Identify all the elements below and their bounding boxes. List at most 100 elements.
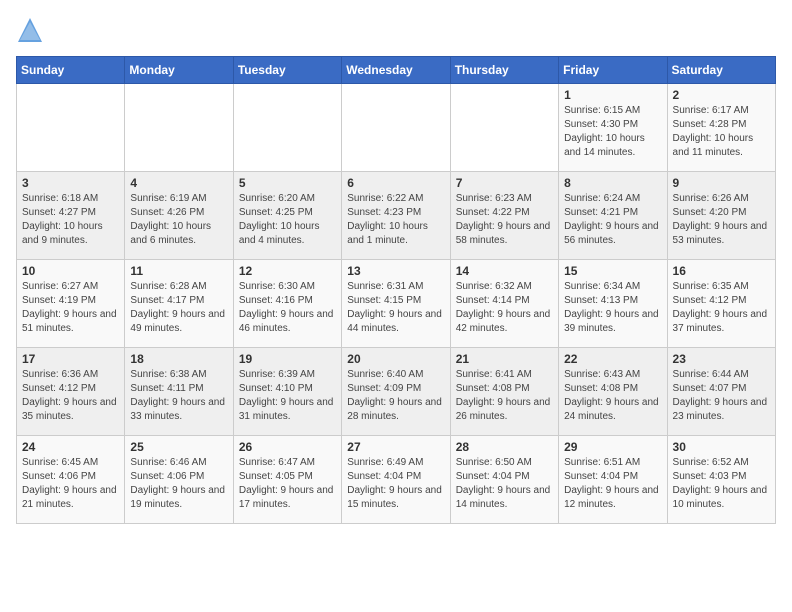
calendar-day-cell	[342, 84, 450, 172]
calendar-day-cell: 19 Sunrise: 6:39 AM Sunset: 4:10 PM Dayli…	[233, 348, 341, 436]
day-info: Sunrise: 6:39 AM Sunset: 4:10 PM Dayligh…	[239, 368, 336, 424]
calendar-day-cell: 4 Sunrise: 6:19 AM Sunset: 4:26 PM Daylig…	[125, 172, 233, 260]
calendar-day-cell: 29 Sunrise: 6:51 AM Sunset: 4:04 PM Dayli…	[559, 436, 667, 524]
day-info: Sunrise: 6:52 AM Sunset: 4:03 PM Dayligh…	[673, 456, 770, 512]
day-number: 20	[347, 352, 444, 366]
day-number: 25	[130, 440, 227, 454]
weekday-header: Monday	[125, 57, 233, 84]
day-info: Sunrise: 6:31 AM Sunset: 4:15 PM Dayligh…	[347, 280, 444, 336]
calendar-day-cell: 7 Sunrise: 6:23 AM Sunset: 4:22 PM Daylig…	[450, 172, 558, 260]
day-number: 3	[22, 176, 119, 190]
day-info: Sunrise: 6:32 AM Sunset: 4:14 PM Dayligh…	[456, 280, 553, 336]
calendar-week-row: 10 Sunrise: 6:27 AM Sunset: 4:19 PM Dayli…	[17, 260, 776, 348]
day-info: Sunrise: 6:51 AM Sunset: 4:04 PM Dayligh…	[564, 456, 661, 512]
day-info: Sunrise: 6:22 AM Sunset: 4:23 PM Dayligh…	[347, 192, 444, 248]
day-info: Sunrise: 6:38 AM Sunset: 4:11 PM Dayligh…	[130, 368, 227, 424]
calendar-day-cell: 1 Sunrise: 6:15 AM Sunset: 4:30 PM Daylig…	[559, 84, 667, 172]
logo	[16, 16, 48, 44]
day-info: Sunrise: 6:50 AM Sunset: 4:04 PM Dayligh…	[456, 456, 553, 512]
day-info: Sunrise: 6:44 AM Sunset: 4:07 PM Dayligh…	[673, 368, 770, 424]
day-number: 6	[347, 176, 444, 190]
calendar-day-cell: 12 Sunrise: 6:30 AM Sunset: 4:16 PM Dayli…	[233, 260, 341, 348]
day-number: 12	[239, 264, 336, 278]
calendar-day-cell: 16Sunrise: 6:35 AM Sunset: 4:12 PM Dayli…	[667, 260, 775, 348]
calendar-day-cell	[17, 84, 125, 172]
calendar-week-row: 1 Sunrise: 6:15 AM Sunset: 4:30 PM Daylig…	[17, 84, 776, 172]
day-number: 28	[456, 440, 553, 454]
day-number: 22	[564, 352, 661, 366]
day-number: 19	[239, 352, 336, 366]
day-info: Sunrise: 6:45 AM Sunset: 4:06 PM Dayligh…	[22, 456, 119, 512]
calendar-table: SundayMondayTuesdayWednesdayThursdayFrid…	[16, 56, 776, 524]
day-number: 27	[347, 440, 444, 454]
weekday-header: Friday	[559, 57, 667, 84]
day-number: 24	[22, 440, 119, 454]
day-number: 15	[564, 264, 661, 278]
calendar-day-cell: 26 Sunrise: 6:47 AM Sunset: 4:05 PM Dayli…	[233, 436, 341, 524]
day-number: 26	[239, 440, 336, 454]
calendar-day-cell: 13 Sunrise: 6:31 AM Sunset: 4:15 PM Dayli…	[342, 260, 450, 348]
calendar-day-cell: 15 Sunrise: 6:34 AM Sunset: 4:13 PM Dayli…	[559, 260, 667, 348]
day-info: Sunrise: 6:43 AM Sunset: 4:08 PM Dayligh…	[564, 368, 661, 424]
calendar-day-cell: 27 Sunrise: 6:49 AM Sunset: 4:04 PM Dayli…	[342, 436, 450, 524]
day-info: Sunrise: 6:24 AM Sunset: 4:21 PM Dayligh…	[564, 192, 661, 248]
day-info: Sunrise: 6:40 AM Sunset: 4:09 PM Dayligh…	[347, 368, 444, 424]
day-info: Sunrise: 6:23 AM Sunset: 4:22 PM Dayligh…	[456, 192, 553, 248]
day-number: 8	[564, 176, 661, 190]
day-info: Sunrise: 6:47 AM Sunset: 4:05 PM Dayligh…	[239, 456, 336, 512]
day-number: 4	[130, 176, 227, 190]
day-number: 1	[564, 88, 661, 102]
calendar-day-cell	[233, 84, 341, 172]
calendar-day-cell	[125, 84, 233, 172]
weekday-header-row: SundayMondayTuesdayWednesdayThursdayFrid…	[17, 57, 776, 84]
calendar-day-cell: 28 Sunrise: 6:50 AM Sunset: 4:04 PM Dayli…	[450, 436, 558, 524]
calendar-week-row: 24 Sunrise: 6:45 AM Sunset: 4:06 PM Dayli…	[17, 436, 776, 524]
day-number: 23	[673, 352, 770, 366]
day-info: Sunrise: 6:46 AM Sunset: 4:06 PM Dayligh…	[130, 456, 227, 512]
calendar-day-cell: 10 Sunrise: 6:27 AM Sunset: 4:19 PM Dayli…	[17, 260, 125, 348]
day-number: 14	[456, 264, 553, 278]
day-number: 5	[239, 176, 336, 190]
day-number: 17	[22, 352, 119, 366]
day-info: Sunrise: 6:19 AM Sunset: 4:26 PM Dayligh…	[130, 192, 227, 248]
calendar-day-cell: 3Sunrise: 6:18 AM Sunset: 4:27 PM Daylig…	[17, 172, 125, 260]
day-info: Sunrise: 6:26 AM Sunset: 4:20 PM Dayligh…	[673, 192, 770, 248]
day-number: 29	[564, 440, 661, 454]
day-info: Sunrise: 6:30 AM Sunset: 4:16 PM Dayligh…	[239, 280, 336, 336]
page-header	[16, 16, 776, 44]
day-info: Sunrise: 6:34 AM Sunset: 4:13 PM Dayligh…	[564, 280, 661, 336]
calendar-day-cell: 8 Sunrise: 6:24 AM Sunset: 4:21 PM Daylig…	[559, 172, 667, 260]
day-info: Sunrise: 6:35 AM Sunset: 4:12 PM Dayligh…	[673, 280, 770, 336]
calendar-day-cell: 25 Sunrise: 6:46 AM Sunset: 4:06 PM Dayli…	[125, 436, 233, 524]
calendar-day-cell: 18 Sunrise: 6:38 AM Sunset: 4:11 PM Dayli…	[125, 348, 233, 436]
weekday-header: Saturday	[667, 57, 775, 84]
calendar-day-cell: 17 Sunrise: 6:36 AM Sunset: 4:12 PM Dayli…	[17, 348, 125, 436]
calendar-day-cell: 14 Sunrise: 6:32 AM Sunset: 4:14 PM Dayli…	[450, 260, 558, 348]
day-info: Sunrise: 6:49 AM Sunset: 4:04 PM Dayligh…	[347, 456, 444, 512]
calendar-day-cell: 30 Sunrise: 6:52 AM Sunset: 4:03 PM Dayli…	[667, 436, 775, 524]
calendar-week-row: 17 Sunrise: 6:36 AM Sunset: 4:12 PM Dayli…	[17, 348, 776, 436]
day-number: 13	[347, 264, 444, 278]
day-info: Sunrise: 6:27 AM Sunset: 4:19 PM Dayligh…	[22, 280, 119, 336]
weekday-header: Thursday	[450, 57, 558, 84]
day-info: Sunrise: 6:15 AM Sunset: 4:30 PM Dayligh…	[564, 104, 661, 160]
day-number: 11	[130, 264, 227, 278]
day-number: 21	[456, 352, 553, 366]
day-info: Sunrise: 6:28 AM Sunset: 4:17 PM Dayligh…	[130, 280, 227, 336]
calendar-day-cell: 2Sunrise: 6:17 AM Sunset: 4:28 PM Daylig…	[667, 84, 775, 172]
day-number: 9	[673, 176, 770, 190]
day-info: Sunrise: 6:17 AM Sunset: 4:28 PM Dayligh…	[673, 104, 770, 160]
logo-icon	[16, 16, 44, 44]
day-info: Sunrise: 6:20 AM Sunset: 4:25 PM Dayligh…	[239, 192, 336, 248]
day-info: Sunrise: 6:41 AM Sunset: 4:08 PM Dayligh…	[456, 368, 553, 424]
day-number: 18	[130, 352, 227, 366]
day-info: Sunrise: 6:36 AM Sunset: 4:12 PM Dayligh…	[22, 368, 119, 424]
calendar-day-cell: 23 Sunrise: 6:44 AM Sunset: 4:07 PM Dayli…	[667, 348, 775, 436]
day-number: 7	[456, 176, 553, 190]
day-number: 30	[673, 440, 770, 454]
calendar-day-cell: 21 Sunrise: 6:41 AM Sunset: 4:08 PM Dayli…	[450, 348, 558, 436]
calendar-day-cell: 20 Sunrise: 6:40 AM Sunset: 4:09 PM Dayli…	[342, 348, 450, 436]
day-number: 10	[22, 264, 119, 278]
weekday-header: Tuesday	[233, 57, 341, 84]
calendar-day-cell: 9 Sunrise: 6:26 AM Sunset: 4:20 PM Daylig…	[667, 172, 775, 260]
